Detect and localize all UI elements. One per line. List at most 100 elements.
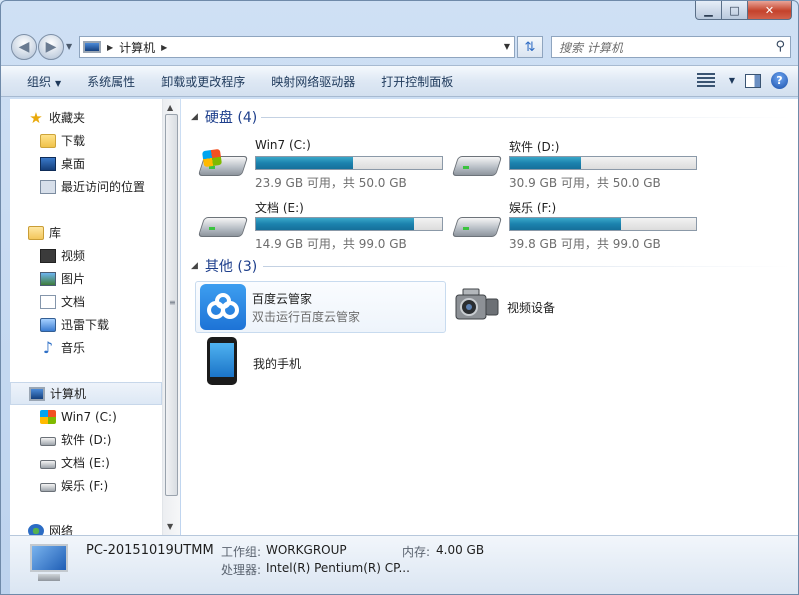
baidu-cloud-icon <box>200 284 246 330</box>
caption-buttons: ▁ □ ✕ <box>695 1 792 20</box>
processor-label: 处理器: <box>221 563 262 577</box>
phone-icon <box>207 337 237 385</box>
refresh-button[interactable]: ⇅ <box>517 36 543 58</box>
music-note-icon: ♪ <box>42 337 54 357</box>
nav-libraries: 库 视频 图片 文档 迅雷下载 ♪ 音乐 <box>10 221 162 359</box>
computer-icon <box>83 41 101 53</box>
nav-item-recent-places[interactable]: 最近访问的位置 <box>10 175 162 198</box>
downloads-folder-icon <box>40 133 56 148</box>
star-icon: ★ <box>29 108 43 127</box>
thunder-download-icon <box>40 317 56 332</box>
video-device-item[interactable]: 视频设备 <box>453 281 593 333</box>
nav-item-drive-e[interactable]: 文档 (E:) <box>10 451 162 474</box>
section-divider <box>261 117 791 118</box>
system-properties-button[interactable]: 系统属性 <box>87 73 135 90</box>
breadcrumb-separator-icon[interactable]: ▶ <box>107 43 113 52</box>
memory-label: 内存: <box>402 545 431 559</box>
computer-name: PC-20151019UTMM <box>86 543 214 558</box>
breadcrumb-computer[interactable]: 计算机 <box>119 39 155 56</box>
arrow-left-icon: ◀ <box>18 39 30 55</box>
hard-drive-icon <box>451 150 503 180</box>
drive-usage-bar <box>509 217 697 231</box>
hard-drive-icon <box>451 211 503 241</box>
back-button[interactable]: ◀ <box>11 34 37 60</box>
memory-value: 4.00 GB <box>436 543 485 557</box>
collapse-triangle-icon[interactable]: ◢ <box>191 261 198 271</box>
section-divider <box>263 266 791 267</box>
help-icon[interactable]: ? <box>771 72 788 89</box>
grip-icon: ≡ <box>169 298 176 307</box>
refresh-icon: ⇅ <box>524 39 536 55</box>
windows-drive-icon <box>40 409 56 424</box>
nav-network-head[interactable]: 网络 <box>10 519 162 535</box>
search-box[interactable]: 搜索 计算机 ⚲ <box>551 36 791 58</box>
address-dropdown-icon[interactable]: ▼ <box>504 42 510 51</box>
view-dropdown-icon[interactable]: ▼ <box>729 76 735 85</box>
preview-pane-icon[interactable] <box>745 73 761 88</box>
change-view-icon[interactable] <box>696 72 715 89</box>
navigation-scrollbar[interactable]: ▲ ≡ ▼ <box>162 99 180 535</box>
scroll-up-icon[interactable]: ▲ <box>167 103 173 112</box>
details-pane: PC-20151019UTMM 工作组: WORKGROUP 内存: 4.00 … <box>10 535 798 594</box>
nav-item-drive-c[interactable]: Win7 (C:) <box>10 405 162 428</box>
hard-drive-icon <box>40 482 56 492</box>
recent-places-icon <box>40 179 56 194</box>
section-hard-drives[interactable]: ◢ 硬盘 (4) <box>191 107 257 127</box>
minimize-button[interactable]: ▁ <box>695 1 722 20</box>
workgroup-value: WORKGROUP <box>266 543 347 557</box>
drive-e[interactable]: 文档 (E:) 14.9 GB 可用，共 99.0 GB <box>197 197 449 251</box>
hard-drive-icon <box>40 436 56 446</box>
collapse-triangle-icon[interactable]: ◢ <box>191 112 198 122</box>
baidu-cloud-item[interactable]: 百度云管家 双击运行百度云管家 <box>195 281 446 333</box>
nav-item-drive-d[interactable]: 软件 (D:) <box>10 428 162 451</box>
my-phone-item[interactable]: 我的手机 <box>199 337 339 389</box>
scroll-down-icon[interactable]: ▼ <box>167 522 173 531</box>
document-library-icon <box>40 294 56 309</box>
desktop-icon <box>40 156 56 171</box>
hard-drive-icon <box>40 459 56 469</box>
camcorder-icon <box>453 285 501 325</box>
scrollbar-thumb[interactable]: ≡ <box>165 114 178 496</box>
breadcrumb-separator-icon[interactable]: ▶ <box>161 43 167 52</box>
uninstall-program-button[interactable]: 卸载或更改程序 <box>161 73 245 90</box>
organize-button[interactable]: 组织 ▼ <box>27 73 61 90</box>
picture-library-icon <box>40 271 56 286</box>
section-other[interactable]: ◢ 其他 (3) <box>191 256 257 276</box>
network-icon <box>28 523 44 535</box>
navigation-pane: ★ 收藏夹 下载 桌面 最近访问的位置 库 视频 图片 文档 迅雷下载 ♪ 音乐 计… <box>10 99 180 535</box>
view-controls: ▼ ? <box>696 72 788 89</box>
nav-item-music[interactable]: ♪ 音乐 <box>10 336 162 359</box>
search-icon[interactable]: ⚲ <box>775 39 785 54</box>
nav-computer-head[interactable]: 计算机 <box>10 382 162 405</box>
drive-c[interactable]: Win7 (C:) 23.9 GB 可用，共 50.0 GB <box>197 136 449 190</box>
address-bar[interactable]: ▶ 计算机 ▶ ▼ <box>79 36 515 58</box>
close-button[interactable]: ✕ <box>748 1 792 20</box>
address-row: ◀ ▶ ▼ ▶ 计算机 ▶ ▼ ⇅ 搜索 计算机 ⚲ <box>1 31 798 63</box>
nav-item-thunder-downloads[interactable]: 迅雷下载 <box>10 313 162 336</box>
drive-d[interactable]: 软件 (D:) 30.9 GB 可用，共 50.0 GB <box>451 136 703 190</box>
nav-item-pictures[interactable]: 图片 <box>10 267 162 290</box>
search-input[interactable]: 搜索 计算机 <box>559 39 623 56</box>
arrow-right-icon: ▶ <box>45 39 57 55</box>
open-control-panel-button[interactable]: 打开控制面板 <box>381 73 453 90</box>
nav-item-drive-f[interactable]: 娱乐 (F:) <box>10 474 162 497</box>
nav-item-desktop[interactable]: 桌面 <box>10 152 162 175</box>
nav-item-videos[interactable]: 视频 <box>10 244 162 267</box>
processor-value: Intel(R) Pentium(R) CP... <box>266 561 410 575</box>
nav-item-documents[interactable]: 文档 <box>10 290 162 313</box>
drive-f[interactable]: 娱乐 (F:) 39.8 GB 可用，共 99.0 GB <box>451 197 703 251</box>
chevron-down-icon: ▼ <box>55 78 62 88</box>
windows-drive-icon <box>197 148 249 180</box>
command-bar: 组织 ▼ 系统属性 卸载或更改程序 映射网络驱动器 打开控制面板 ▼ ? <box>1 65 798 97</box>
forward-button[interactable]: ▶ <box>38 34 64 60</box>
nav-favorites: ★ 收藏夹 下载 桌面 最近访问的位置 <box>10 106 162 198</box>
recent-pages-dropdown[interactable]: ▼ <box>66 42 72 51</box>
video-library-icon <box>40 248 56 263</box>
map-network-drive-button[interactable]: 映射网络驱动器 <box>271 73 355 90</box>
nav-item-downloads[interactable]: 下载 <box>10 129 162 152</box>
nav-favorites-head[interactable]: ★ 收藏夹 <box>10 106 162 129</box>
nav-network: 网络 <box>10 519 162 535</box>
nav-libraries-head[interactable]: 库 <box>10 221 162 244</box>
explorer-window: ▁ □ ✕ ◀ ▶ ▼ ▶ 计算机 ▶ ▼ ⇅ 搜索 计算机 ⚲ 组织 ▼ 系统属… <box>0 0 799 595</box>
maximize-button[interactable]: □ <box>722 1 748 20</box>
